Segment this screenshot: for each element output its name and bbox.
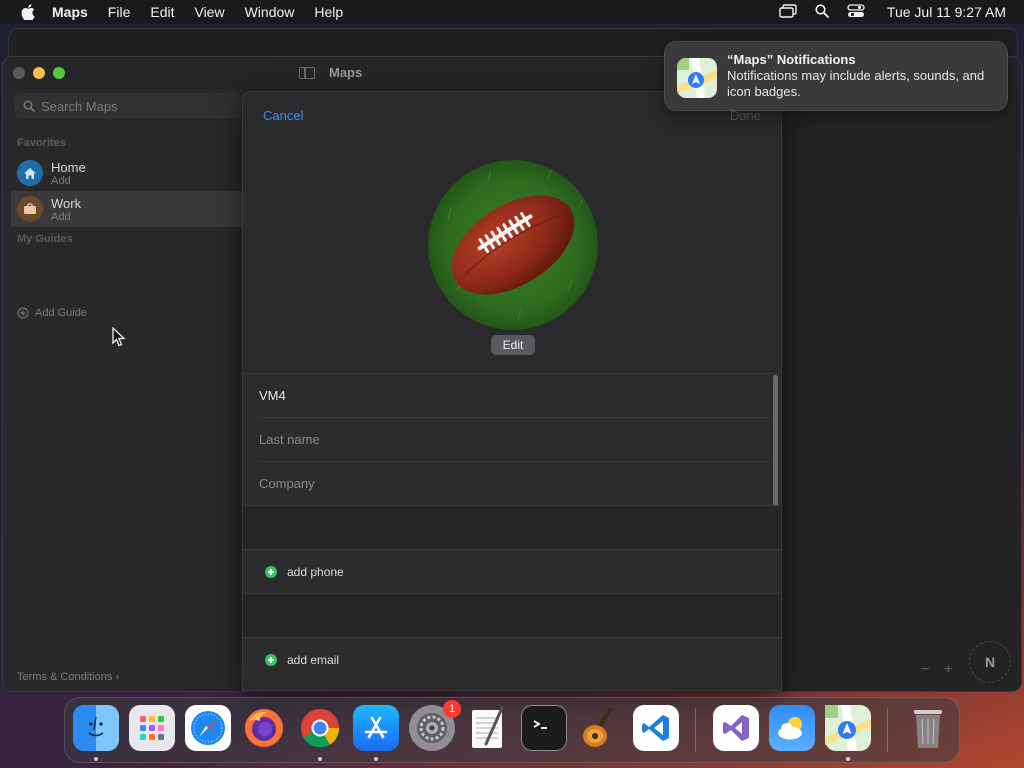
- dock-separator: [887, 708, 888, 752]
- edit-photo-button[interactable]: Edit: [491, 335, 535, 355]
- dock-weather-icon[interactable]: [769, 705, 815, 751]
- favorite-work-title: Work: [51, 195, 82, 211]
- my-guides-label: My Guides: [17, 233, 73, 245]
- app-store-running-indicator: [374, 757, 378, 761]
- terms-label: Terms & Conditions: [17, 671, 113, 683]
- dock-finder-icon[interactable]: [73, 705, 119, 751]
- add-phone-row[interactable]: add phone: [243, 549, 781, 593]
- contact-photo[interactable]: [428, 160, 598, 330]
- favorite-home[interactable]: Home Add: [11, 155, 243, 191]
- terms-link[interactable]: Terms & Conditions ›: [17, 671, 119, 683]
- dock-chrome-icon[interactable]: [297, 705, 343, 751]
- search-icon: [23, 100, 35, 112]
- zoom-in-button[interactable]: +: [944, 661, 953, 679]
- dock-visual-studio-icon[interactable]: [713, 705, 759, 751]
- add-email-label: add email: [287, 652, 340, 667]
- first-name-field[interactable]: VM4: [259, 374, 771, 418]
- favorite-home-title: Home: [51, 159, 86, 175]
- zoom-controls: − +: [920, 661, 953, 679]
- dock-textedit-icon[interactable]: [465, 705, 511, 751]
- finder-running-indicator: [94, 757, 98, 761]
- search-maps-field[interactable]: Search Maps: [15, 93, 241, 119]
- football-photo-icon: [428, 160, 598, 330]
- menu-file[interactable]: File: [108, 4, 131, 20]
- menu-clock[interactable]: Tue Jul 11 9:27 AM: [887, 4, 1006, 20]
- maps-running-indicator: [846, 757, 850, 761]
- section-spacer: [243, 505, 781, 549]
- home-icon: [17, 160, 43, 186]
- menu-edit[interactable]: Edit: [150, 4, 174, 20]
- chevron-right-icon: ›: [115, 671, 120, 683]
- dock-vscode-icon[interactable]: [633, 705, 679, 751]
- zoom-out-button[interactable]: −: [920, 661, 929, 679]
- control-center-icon[interactable]: [847, 3, 865, 21]
- add-email-plus-icon: [265, 653, 277, 666]
- window-title-area: Maps: [299, 65, 362, 80]
- add-guide-label: Add Guide: [35, 307, 87, 319]
- dock-maps-icon[interactable]: [825, 705, 871, 751]
- sidebar-toggle-icon[interactable]: [299, 66, 315, 79]
- dock: 1: [64, 697, 960, 763]
- dock-firefox-icon[interactable]: [241, 705, 287, 751]
- dock-terminal-icon[interactable]: [521, 705, 567, 751]
- favorites-label: Favorites: [17, 137, 66, 149]
- maps-app-icon: [677, 58, 717, 98]
- name-fields: VM4 Last name Company: [243, 373, 781, 506]
- cancel-button[interactable]: Cancel: [263, 108, 303, 123]
- sidebar: Search Maps Favorites Home Add Work Add …: [3, 89, 243, 691]
- mouse-pointer-icon: [112, 326, 126, 352]
- last-name-field[interactable]: Last name: [259, 418, 771, 462]
- dock-separator: [695, 708, 696, 752]
- menu-view[interactable]: View: [194, 4, 224, 20]
- close-window-button[interactable]: [13, 67, 25, 79]
- minimize-window-button[interactable]: [33, 67, 45, 79]
- add-circle-icon: [17, 307, 29, 319]
- menu-bar: Maps File Edit View Window Help Tue Jul …: [0, 0, 1024, 24]
- window-title: Maps: [329, 65, 363, 80]
- section-spacer: [243, 593, 781, 637]
- zoom-window-button[interactable]: [53, 67, 65, 79]
- sheet-scrollbar[interactable]: [773, 375, 778, 517]
- dock-launchpad-icon[interactable]: [129, 705, 175, 751]
- compass-north-label: N: [984, 654, 996, 670]
- add-email-row[interactable]: add email: [243, 637, 781, 681]
- dock-safari-icon[interactable]: [185, 705, 231, 751]
- search-placeholder: Search Maps: [41, 98, 118, 114]
- contact-edit-sheet: Cancel Done Edit VM4 Last name Company a…: [242, 91, 782, 691]
- window-controls: [13, 67, 65, 79]
- favorite-work-subtitle: Add: [51, 210, 71, 223]
- dock-system-settings-icon[interactable]: 1: [409, 700, 461, 751]
- menu-help[interactable]: Help: [314, 4, 343, 20]
- settings-notification-badge: 1: [443, 700, 461, 718]
- chrome-running-indicator: [318, 757, 322, 761]
- favorite-work[interactable]: Work Add: [11, 191, 243, 227]
- spotlight-search-icon[interactable]: [815, 3, 829, 21]
- notification-banner[interactable]: “Maps” Notifications Notifications may i…: [664, 41, 1008, 111]
- favorite-home-subtitle: Add: [51, 174, 71, 187]
- notification-title: “Maps” Notifications: [727, 52, 856, 67]
- add-phone-label: add phone: [287, 564, 344, 579]
- company-field[interactable]: Company: [259, 462, 771, 506]
- briefcase-icon: [17, 196, 43, 222]
- compass-button[interactable]: N: [969, 641, 1011, 683]
- apple-menu-icon[interactable]: [18, 2, 38, 22]
- menu-window[interactable]: Window: [245, 4, 295, 20]
- menu-app-name[interactable]: Maps: [52, 4, 88, 20]
- add-phone-plus-icon: [265, 565, 277, 578]
- dock-garageband-icon[interactable]: [577, 705, 623, 751]
- add-guide-button[interactable]: Add Guide: [17, 307, 87, 319]
- dock-trash-icon[interactable]: [905, 705, 951, 751]
- screen-mirroring-icon[interactable]: [779, 3, 797, 21]
- dock-app-store-icon[interactable]: [353, 705, 399, 751]
- notification-body: Notifications may include alerts, sounds…: [727, 68, 985, 99]
